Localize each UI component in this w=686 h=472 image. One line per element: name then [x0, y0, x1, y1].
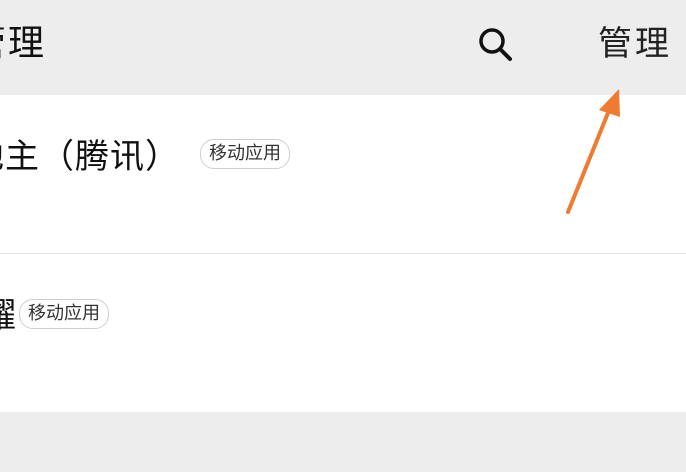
- app-name: 地主（腾讯）: [0, 137, 180, 177]
- page-title: 管理: [0, 23, 47, 64]
- list-item[interactable]: 地主（腾讯） 移动应用: [0, 95, 686, 253]
- app-list: 地主（腾讯） 移动应用 耀 移动应用: [0, 95, 686, 412]
- top-bar: 管理 管理: [0, 0, 686, 95]
- search-icon: [479, 28, 512, 61]
- app-name: 耀: [0, 294, 16, 338]
- list-item[interactable]: 耀 移动应用: [0, 254, 686, 412]
- search-button[interactable]: [470, 20, 520, 70]
- app-type-badge: 移动应用: [200, 139, 290, 169]
- app-type-badge: 移动应用: [19, 299, 109, 329]
- manage-button[interactable]: 管理: [598, 22, 672, 66]
